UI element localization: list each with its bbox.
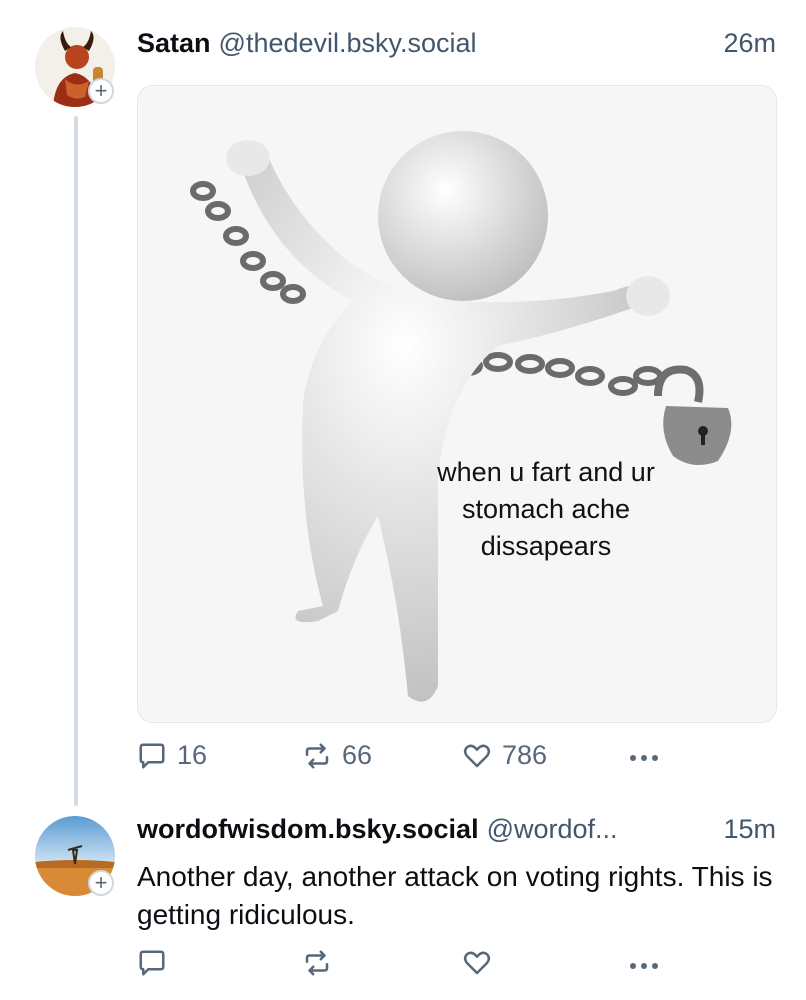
- plus-icon: +: [94, 870, 108, 895]
- display-name[interactable]: wordofwisdom.bsky.social: [137, 814, 479, 845]
- follow-button[interactable]: +: [88, 870, 114, 896]
- like-count: 786: [502, 740, 548, 770]
- more-options-button[interactable]: [627, 746, 661, 770]
- handle[interactable]: @thedevil.bsky.social: [219, 28, 477, 59]
- timestamp[interactable]: 26m: [723, 28, 776, 59]
- repost-icon: [305, 743, 329, 768]
- reply-icon: [139, 743, 165, 768]
- like-button[interactable]: [462, 948, 492, 978]
- more-options-button[interactable]: [627, 954, 661, 978]
- post-wordofwisdom[interactable]: + wordofwisdom.bsky.social @wordof... 15…: [0, 800, 806, 1000]
- like-icon: [463, 744, 491, 767]
- follow-button[interactable]: +: [88, 78, 114, 104]
- post-satan[interactable]: + Satan @thedevil.bsky.social 26m when u…: [0, 0, 806, 800]
- display-name[interactable]: Satan: [137, 28, 211, 59]
- more-icon: [630, 755, 658, 761]
- post-image[interactable]: when u fart and ur stomach ache dissapea…: [137, 85, 777, 723]
- like-icon: [463, 951, 491, 975]
- reply-button[interactable]: 16: [137, 740, 207, 771]
- repost-button[interactable]: 66: [302, 740, 372, 771]
- timestamp[interactable]: 15m: [723, 814, 776, 845]
- reply-button[interactable]: [137, 948, 167, 978]
- like-button[interactable]: 786: [462, 740, 547, 771]
- repost-icon: [305, 950, 329, 976]
- more-icon: [630, 963, 658, 969]
- meme-figure-image: [138, 86, 776, 722]
- handle[interactable]: @wordof...: [487, 814, 618, 845]
- reply-count: 16: [177, 740, 208, 770]
- meme-caption: when u fart and ur stomach ache dissapea…: [437, 457, 655, 561]
- plus-icon: +: [94, 78, 108, 103]
- repost-count: 66: [342, 740, 373, 770]
- repost-button[interactable]: [302, 948, 332, 978]
- post-text: Another day, another attack on voting ri…: [137, 861, 773, 930]
- reply-icon: [139, 950, 165, 976]
